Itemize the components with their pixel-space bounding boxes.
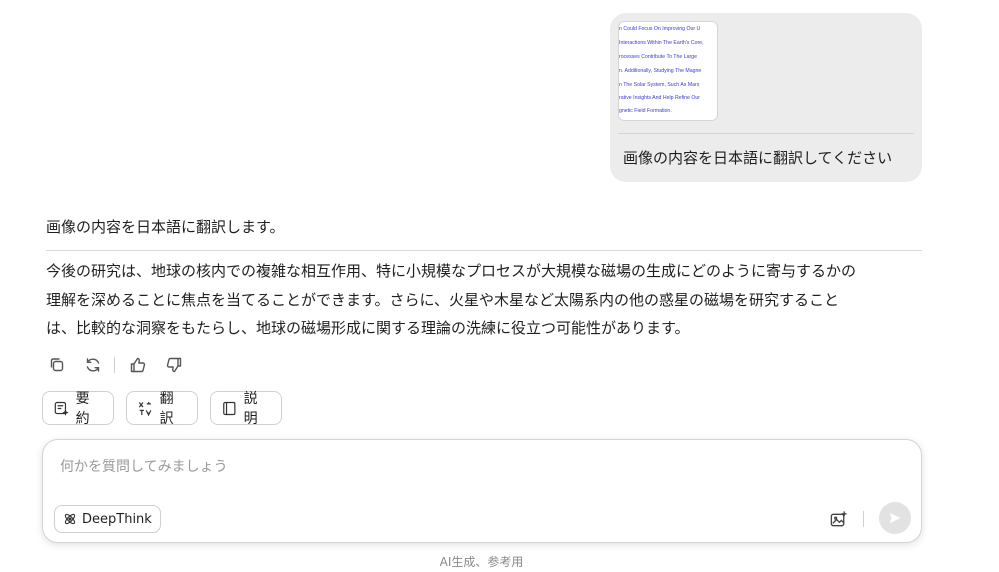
translate-icon bbox=[138, 401, 152, 416]
response-divider bbox=[46, 250, 922, 251]
summarize-button[interactable]: 要約 bbox=[42, 391, 114, 427]
thumbnail-text-line: n Could Focus On Improving Our U bbox=[619, 26, 701, 32]
explain-button[interactable]: 説明 bbox=[210, 391, 282, 427]
thumbnail-text-line: rocesses Contribute To The Large bbox=[619, 54, 697, 60]
regenerate-icon[interactable] bbox=[82, 354, 104, 376]
chat-input-placeholder[interactable]: 何かを質問してみましょう bbox=[60, 456, 228, 476]
response-line: 理解を深めることに焦点を当てることができます。さらに、火星や木星など太陽系内の他… bbox=[46, 290, 840, 309]
image-upload-icon[interactable] bbox=[827, 508, 849, 530]
actions-separator bbox=[114, 357, 115, 373]
response-body: 今後の研究は、地球の核内での複雑な相互作用、特に小規模なプロセスが大規模な磁場の… bbox=[46, 260, 922, 346]
copy-icon[interactable] bbox=[46, 354, 68, 376]
ai-disclaimer: AI生成、参考用 bbox=[439, 555, 524, 569]
message-actions bbox=[46, 354, 199, 376]
translate-label: 翻訳 bbox=[159, 391, 174, 427]
thumbnail-text-line: gnetic Field Formation. bbox=[619, 108, 672, 114]
summarize-label: 要約 bbox=[75, 391, 90, 427]
translate-button[interactable]: 翻訳 bbox=[126, 391, 198, 427]
user-message-bubble: n Could Focus On Improving Our U Interac… bbox=[610, 13, 922, 182]
deepthink-button[interactable]: DeepThink bbox=[54, 505, 161, 533]
thumbs-up-icon[interactable] bbox=[127, 354, 149, 376]
attached-image-thumbnail[interactable]: n Could Focus On Improving Our U Interac… bbox=[618, 21, 718, 121]
thumbnail-text-line: Interactions Within The Earth's Core, bbox=[619, 40, 704, 46]
bubble-divider bbox=[618, 133, 914, 134]
atom-icon bbox=[64, 513, 76, 525]
thumbnail-text-line: n The Solar System, Such As Mars bbox=[619, 82, 700, 88]
summarize-icon bbox=[54, 401, 69, 416]
user-message-text: 画像の内容を日本語に翻訳してください bbox=[623, 149, 893, 167]
thumbnail-text-line: rative Insights And Help Refine Our bbox=[619, 95, 701, 101]
deepthink-label: DeepThink bbox=[82, 511, 152, 527]
thumbnail-text-line: n. Additionally, Studying The Magne bbox=[619, 68, 702, 74]
chat-input-box[interactable]: 何かを質問してみましょう DeepThink bbox=[42, 439, 922, 543]
input-separator bbox=[863, 511, 864, 527]
response-line: 今後の研究は、地球の核内での複雑な相互作用、特に小規模なプロセスが大規模な磁場の… bbox=[46, 262, 857, 280]
response-line: は、比較的な洞察をもたらし、地球の磁場形成に関する理論の洗練に役立つ可能性があり… bbox=[46, 319, 690, 337]
explain-label: 説明 bbox=[243, 391, 258, 427]
response-heading: 画像の内容を日本語に翻訳します。 bbox=[46, 218, 285, 236]
thumbs-down-icon[interactable] bbox=[163, 354, 185, 376]
send-button[interactable] bbox=[879, 502, 911, 534]
book-icon bbox=[223, 401, 236, 415]
send-icon bbox=[889, 512, 901, 524]
